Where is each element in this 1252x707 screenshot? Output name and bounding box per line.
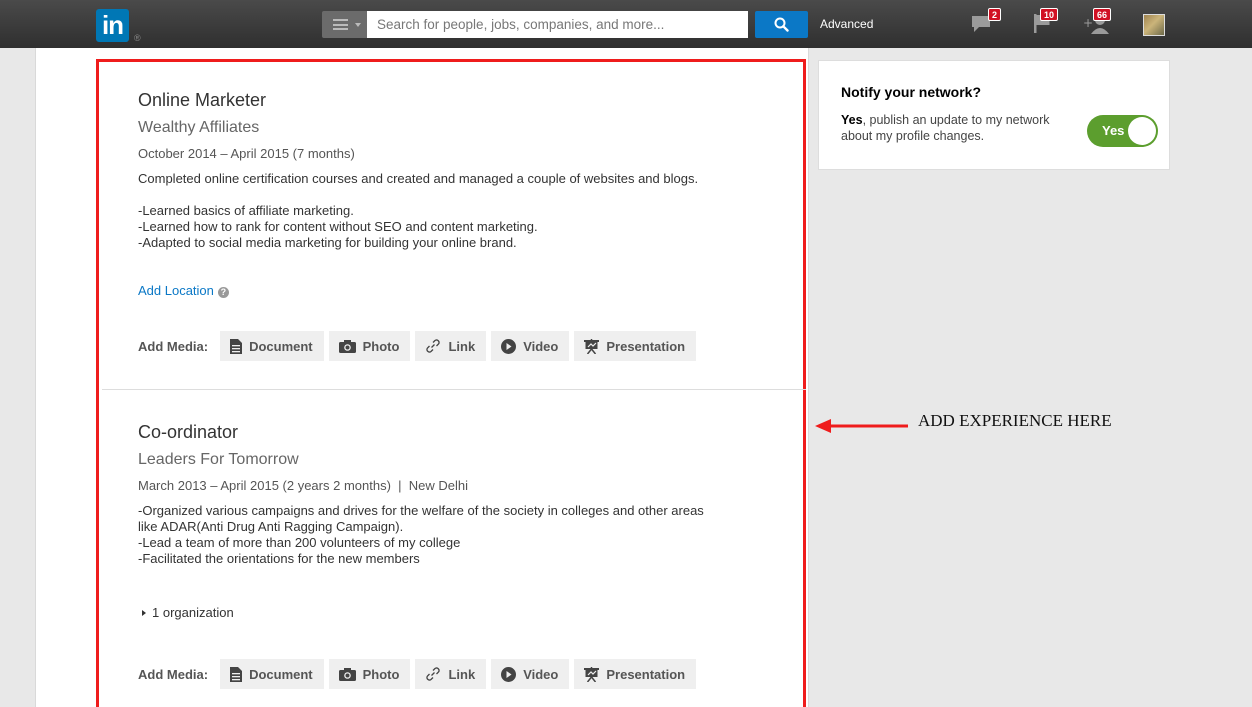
experience-dates: October 2014 – April 2015 (7 months) (138, 146, 355, 161)
description-line: -Lead a team of more than 200 volunteers… (138, 535, 461, 550)
experience-title[interactable]: Online Marketer (138, 90, 818, 111)
linkedin-logo[interactable]: in (96, 9, 129, 42)
video-label: Video (523, 338, 559, 354)
notify-description: Yes, publish an update to my network abo… (841, 112, 1071, 144)
camera-icon (338, 667, 356, 681)
add-location-link[interactable]: Add Location? (138, 283, 229, 298)
document-label: Document (249, 338, 313, 354)
organizations-label: 1 organization (152, 605, 234, 620)
document-icon (230, 338, 243, 354)
notify-toggle[interactable]: Yes (1087, 115, 1158, 147)
annotation-text: ADD EXPERIENCE HERE (918, 411, 1112, 430)
add-media-label: Add Media: (138, 338, 209, 354)
toggle-label: Yes (1102, 123, 1125, 138)
experience-company[interactable]: Wealthy Affiliates (138, 119, 818, 137)
experience-title[interactable]: Co-ordinator (138, 422, 818, 443)
video-label: Video (523, 666, 559, 682)
notify-text-rest: , publish an update to my network about … (841, 113, 1050, 143)
search-icon (774, 17, 789, 32)
presentation-label: Presentation (606, 338, 686, 354)
description-line: -Learned basics of affiliate marketing. (138, 203, 354, 218)
description-line: Completed online certification courses a… (138, 171, 699, 186)
presentation-label: Presentation (606, 666, 686, 682)
description-line: -Organized various campaigns and drives … (138, 503, 704, 518)
experience-description: Completed online certification courses a… (138, 171, 818, 251)
search-category-menu-button[interactable] (322, 11, 367, 38)
experience-company[interactable]: Leaders For Tomorrow (138, 451, 818, 469)
notifications-nav-button[interactable]: 10 (1030, 8, 1060, 38)
organizations-toggle[interactable]: 1 organization (142, 605, 234, 620)
experience-entry[interactable]: Co-ordinator Leaders For Tomorrow March … (138, 422, 818, 567)
add-link-button[interactable]: Link (415, 331, 487, 361)
connections-badge: 66 (1093, 8, 1112, 21)
experience-description: -Organized various campaigns and drives … (138, 503, 818, 567)
add-video-button[interactable]: Video (491, 659, 570, 689)
add-media-row: Add Media: Document Photo Link Video Pre… (138, 331, 701, 361)
link-icon (426, 339, 441, 353)
add-location-label[interactable]: Add Location (138, 283, 214, 298)
add-media-row: Add Media: Document Photo Link Video Pre… (138, 659, 701, 689)
document-icon (230, 666, 243, 682)
messages-badge: 2 (988, 8, 1002, 21)
link-label: Link (448, 338, 476, 354)
connections-nav-button[interactable]: + 66 (1083, 8, 1113, 38)
document-label: Document (249, 666, 313, 682)
add-photo-button[interactable]: Photo (328, 331, 411, 361)
svg-text:+: + (1083, 16, 1093, 30)
search-input[interactable] (367, 11, 748, 38)
link-icon (426, 667, 441, 681)
add-document-button[interactable]: Document (220, 659, 324, 689)
add-presentation-button[interactable]: Presentation (574, 659, 697, 689)
add-video-button[interactable]: Video (491, 331, 570, 361)
play-icon (501, 338, 517, 354)
description-line: like ADAR(Anti Drug Anti Ragging Campaig… (138, 519, 404, 534)
experience-dates: March 2013 – April 2015 (2 years 2 month… (138, 478, 468, 493)
presentation-icon (584, 666, 600, 682)
menu-icon (333, 19, 348, 30)
logo-trademark: ® (134, 33, 141, 43)
experience-section-highlight: Online Marketer Wealthy Affiliates Octob… (96, 59, 806, 707)
camera-icon (338, 339, 356, 353)
add-presentation-button[interactable]: Presentation (574, 331, 697, 361)
add-link-button[interactable]: Link (415, 659, 487, 689)
notify-title: Notify your network? (841, 84, 982, 100)
notify-yes-bold: Yes (841, 113, 863, 127)
avatar[interactable] (1143, 14, 1165, 36)
help-icon[interactable]: ? (217, 287, 229, 298)
entry-divider (102, 389, 806, 390)
toggle-knob (1128, 117, 1156, 145)
chevron-down-icon (355, 23, 361, 27)
add-photo-button[interactable]: Photo (328, 659, 411, 689)
caret-right-icon (142, 610, 146, 616)
experience-entry[interactable]: Online Marketer Wealthy Affiliates Octob… (138, 90, 818, 251)
description-line: -Facilitated the orientations for the ne… (138, 551, 420, 566)
notify-network-card: Notify your network? Yes, publish an upd… (818, 60, 1170, 170)
advanced-search-link[interactable]: Advanced (820, 17, 873, 31)
messages-nav-button[interactable]: 2 (970, 8, 1002, 38)
annotation-arrow-icon (815, 419, 908, 433)
add-document-button[interactable]: Document (220, 331, 324, 361)
play-icon (501, 666, 517, 682)
photo-label: Photo (362, 666, 400, 682)
photo-label: Photo (362, 338, 400, 354)
presentation-icon (584, 338, 600, 354)
add-media-label: Add Media: (138, 666, 209, 682)
top-nav-bar: in ® Advanced 2 10 + 66 (0, 0, 1252, 48)
content-border-left (35, 48, 36, 707)
link-label: Link (448, 666, 476, 682)
notifications-badge: 10 (1040, 8, 1059, 21)
search-button[interactable] (755, 11, 808, 38)
description-line: -Adapted to social media marketing for b… (138, 235, 517, 250)
description-line: -Learned how to rank for content without… (138, 219, 538, 234)
